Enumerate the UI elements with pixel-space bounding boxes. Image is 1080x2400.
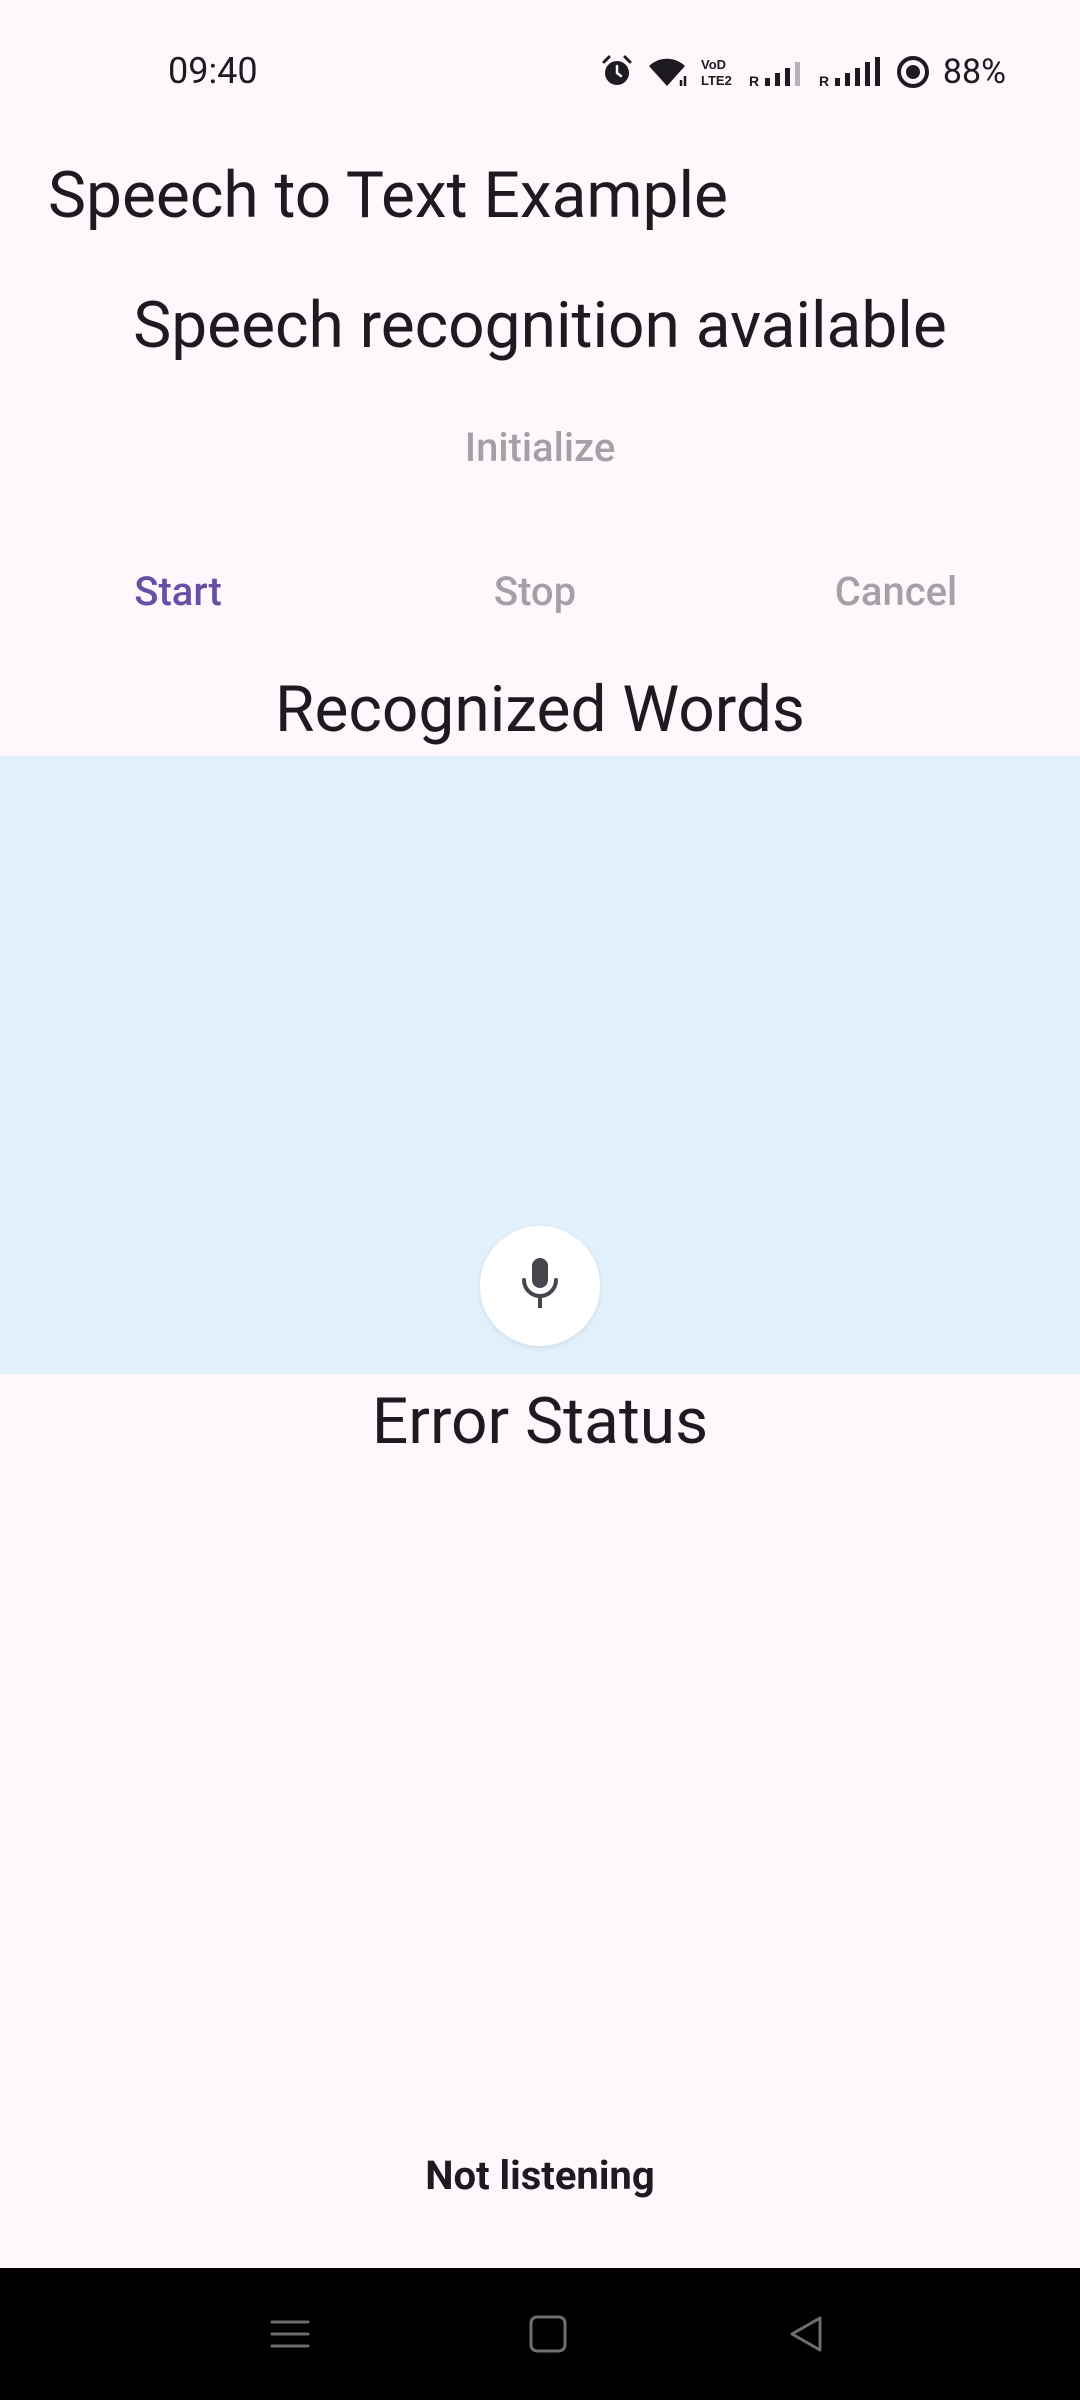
status-time: 09:40 [168, 50, 258, 92]
alarm-icon [599, 54, 635, 90]
start-button[interactable]: Start [98, 568, 258, 615]
availability-status: Speech recognition available [133, 288, 947, 363]
mic-icon [516, 1254, 564, 1318]
stop-button[interactable]: Stop [455, 568, 615, 615]
screen: 09:40 VoD LTE2 R R 88% Speech to Text Ex… [0, 0, 1080, 2400]
battery-saver-icon [895, 54, 931, 90]
listening-status: Not listening [425, 2152, 655, 2199]
wifi-icon [645, 54, 689, 90]
initialize-button[interactable]: Initialize [0, 424, 1080, 471]
back-icon[interactable] [784, 2312, 828, 2356]
status-bar: 09:40 VoD LTE2 R R 88% [0, 0, 1080, 140]
menu-icon[interactable] [268, 2312, 312, 2356]
app-title: Speech to Text Example [48, 158, 728, 233]
recognized-words-title: Recognized Words [275, 672, 805, 747]
home-icon[interactable] [526, 2312, 570, 2356]
error-status-title: Error Status [371, 1384, 709, 1459]
signal-icon: R [819, 54, 885, 90]
cancel-button[interactable]: Cancel [816, 568, 976, 615]
battery-percentage: 88% [942, 52, 1006, 92]
status-icons: VoD LTE2 R R 88% [599, 48, 1006, 96]
volte-icon: VoD LTE2 [699, 54, 739, 90]
svg-text:R: R [749, 73, 759, 89]
mic-button[interactable] [480, 1226, 600, 1346]
svg-text:VoD: VoD [701, 57, 726, 72]
navigation-bar [0, 2268, 1080, 2400]
svg-text:LTE2: LTE2 [701, 73, 732, 88]
svg-text:R: R [819, 73, 829, 89]
signal-icon: R [749, 54, 809, 90]
